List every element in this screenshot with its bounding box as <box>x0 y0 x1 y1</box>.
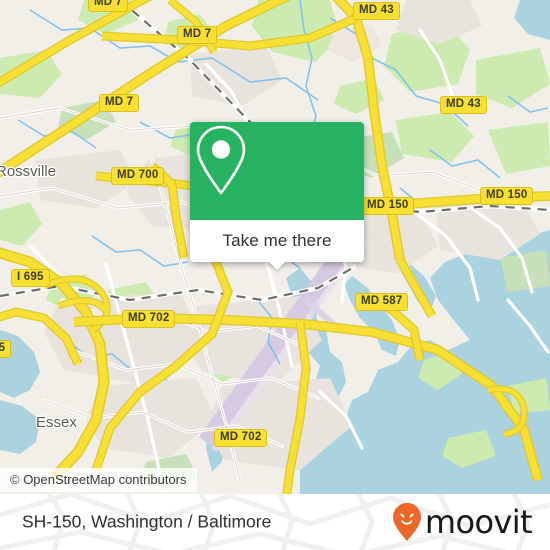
popup-action-bar[interactable]: Take me there <box>190 220 364 270</box>
page-title: SH-150, Washington / Baltimore <box>22 511 272 532</box>
road-shield-i95: 95 <box>0 340 12 358</box>
road-shield-md150-right: MD 150 <box>480 187 534 205</box>
road-shield-md150-left: MD 150 <box>361 197 415 215</box>
footer-bar: SH-150, Washington / Baltimore moovit <box>0 494 550 550</box>
road-shield-md700: MD 700 <box>111 167 165 185</box>
road-shield-i695: I 695 <box>11 269 50 287</box>
popup-pin-panel <box>190 122 364 220</box>
road-shield-md7-upper: MD 7 <box>177 26 218 44</box>
moovit-pin-icon <box>392 503 421 541</box>
place-label-rossville: Rossville <box>0 163 57 180</box>
map-canvas[interactable]: Rossville Essex MD 7 MD 7 MD 7 MD 43 MD … <box>0 0 550 494</box>
place-label-essex: Essex <box>36 414 77 431</box>
road-shield-md7-left: MD 7 <box>99 94 140 112</box>
moovit-brand[interactable]: moovit <box>392 502 533 542</box>
moovit-wordmark: moovit <box>424 503 533 541</box>
map-pin-icon <box>196 125 246 195</box>
road-shield-md43-top: MD 43 <box>353 2 400 20</box>
popup-pointer <box>268 261 286 270</box>
road-shield-md7-top: MD 7 <box>88 0 129 12</box>
map-attribution[interactable]: © OpenStreetMap contributors <box>0 468 197 492</box>
moovit-station-map-card: Rossville Essex MD 7 MD 7 MD 7 MD 43 MD … <box>0 0 550 550</box>
road-shield-md43-right: MD 43 <box>440 96 487 114</box>
take-me-there-button[interactable]: Take me there <box>222 231 331 251</box>
station-popup-card[interactable]: Take me there <box>190 122 364 270</box>
road-shield-md702-upper: MD 702 <box>122 310 176 328</box>
road-shield-md587: MD 587 <box>355 293 409 311</box>
road-shield-md702-lower: MD 702 <box>214 429 268 447</box>
